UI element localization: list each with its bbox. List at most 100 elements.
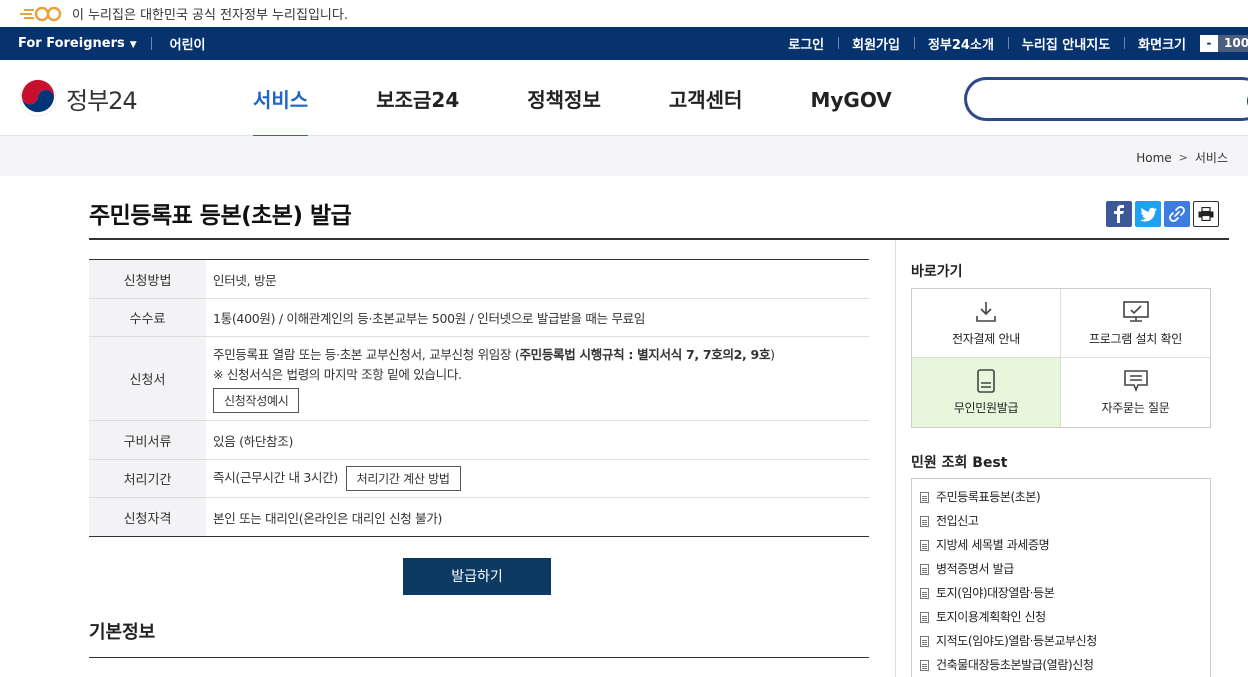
law-reference: 주민등록법 시행규칙 : 별지서식 7, 7호의2, 9호 xyxy=(519,346,771,362)
row-value: 인터넷, 방문 xyxy=(206,259,869,299)
about-link[interactable]: 정부24소개 xyxy=(913,34,1008,53)
print-icon[interactable] xyxy=(1193,201,1219,227)
form-text: 주민등록표 열람 또는 등·초본 교부신청서, 교부신청 위임장 ( xyxy=(213,346,520,362)
best-item-label: 병적증명서 발급 xyxy=(936,562,1014,576)
best-item-label: 전입신고 xyxy=(936,514,979,528)
zoom-out-button[interactable]: - xyxy=(1200,35,1218,52)
service-info-table: 신청방법 인터넷, 방문 수수료 1통(400원) / 이해관계인의 등·초본교… xyxy=(89,259,869,537)
table-row: 신청자격 본인 또는 대리인(온라인은 대리인 신청 불가) xyxy=(89,497,869,537)
breadcrumb-home[interactable]: Home xyxy=(1136,151,1171,165)
row-label: 수수료 xyxy=(89,298,206,337)
quick-links-grid: 전자결제 안내 프로그램 설치 확인 무인민원발급 자주묻는 질문 xyxy=(911,288,1211,428)
title-row: 주민등록표 등본(초본) 발급 xyxy=(89,196,1229,240)
site-logo[interactable]: 정부24 xyxy=(18,78,138,118)
utility-bar: For Foreigners ▼ 어린이 로그인 회원가입 정부24소개 누리집 … xyxy=(0,27,1248,60)
gov-banner-text: 이 누리집은 대한민국 공식 전자정부 누리집입니다. xyxy=(72,8,348,23)
table-row: 신청서 주민등록표 열람 또는 등·초본 교부신청서, 교부신청 위임장 (주민… xyxy=(89,336,869,421)
best-item-label: 토지(임야)대장열람·등본 xyxy=(936,586,1055,600)
kids-link[interactable]: 어린이 xyxy=(170,34,206,53)
for-foreigners-label: For Foreigners xyxy=(18,36,125,51)
nav-mygov[interactable]: MyGOV xyxy=(810,60,891,136)
nav-services[interactable]: 서비스 xyxy=(253,60,309,138)
best-item-label: 주민등록표등본(초본) xyxy=(936,490,1041,504)
gov-banner: 이 누리집은 대한민국 공식 전자정부 누리집입니다. xyxy=(0,0,1248,27)
form-note: ※ 신청서식은 법령의 마지막 조항 밑에 있습니다. xyxy=(213,366,462,382)
best-item-label: 건축물대장등초본발급(열람)신청 xyxy=(936,658,1094,672)
divider xyxy=(89,657,869,658)
twitter-icon[interactable] xyxy=(1135,201,1161,227)
table-row: 신청방법 인터넷, 방문 xyxy=(89,259,869,299)
share-buttons xyxy=(1106,201,1219,227)
row-label: 신청방법 xyxy=(89,259,206,299)
nav-policy-info[interactable]: 정책정보 xyxy=(527,60,601,136)
best-item-label: 지방세 세목별 과세증명 xyxy=(936,538,1050,552)
page-title: 주민등록표 등본(초본) 발급 xyxy=(89,203,352,229)
best-item[interactable]: 주민등록표등본(초본) xyxy=(920,485,1210,509)
link-icon[interactable] xyxy=(1164,201,1190,227)
egov-logo-icon xyxy=(20,6,62,21)
best-item[interactable]: 지적도(임야도)열람·등본교부신청 xyxy=(920,629,1210,653)
row-value: 1통(400원) / 이해관계인의 등·초본교부는 500원 / 인터넷으로 발… xyxy=(206,298,869,337)
nav-customer-center[interactable]: 고객센터 xyxy=(669,60,743,136)
best-item[interactable]: 전입신고 xyxy=(920,509,1210,533)
nav-subsidy24[interactable]: 보조금24 xyxy=(376,60,459,136)
breadcrumb-band: Home > 서비스 xyxy=(0,136,1248,176)
best-item[interactable]: 병적증명서 발급 xyxy=(920,557,1210,581)
global-nav: 서비스 보조금24 정책정보 고객센터 MyGOV xyxy=(253,60,960,138)
main-header: 정부24 서비스 보조금24 정책정보 고객센터 MyGOV xyxy=(0,60,1248,138)
quick-link-faq[interactable]: 자주묻는 질문 xyxy=(1061,358,1210,427)
document-icon xyxy=(920,635,929,647)
sitemap-link[interactable]: 누리집 안내지도 xyxy=(1007,34,1124,53)
quick-link-e-payment[interactable]: 전자결제 안내 xyxy=(912,289,1061,358)
facebook-icon[interactable] xyxy=(1106,201,1132,227)
for-foreigners-menu[interactable]: For Foreigners ▼ xyxy=(18,36,137,51)
best-item[interactable]: 토지이용계획확인 신청 xyxy=(920,605,1210,629)
search-box xyxy=(964,77,1248,121)
search-input[interactable] xyxy=(967,80,1227,118)
table-row: 수수료 1통(400원) / 이해관계인의 등·초본교부는 500원 / 인터넷… xyxy=(89,298,869,337)
row-label: 구비서류 xyxy=(89,420,206,460)
sidebar-divider xyxy=(895,240,896,677)
document-icon xyxy=(920,659,929,671)
best-item[interactable]: 토지(임야)대장열람·등본 xyxy=(920,581,1210,605)
form-text-end: ) xyxy=(770,346,775,362)
kiosk-icon xyxy=(977,369,995,393)
best-item[interactable]: 지방세 세목별 과세증명 xyxy=(920,533,1210,557)
quick-link-label: 자주묻는 질문 xyxy=(1101,401,1170,415)
row-label: 신청서 xyxy=(89,336,206,421)
download-icon xyxy=(976,301,996,322)
document-icon xyxy=(920,563,929,575)
document-icon xyxy=(920,491,929,503)
quick-link-kiosk[interactable]: 무인민원발급 xyxy=(912,358,1061,427)
form-example-button[interactable]: 신청작성예시 xyxy=(213,387,300,413)
row-value: 본인 또는 대리인(온라인은 대리인 신청 불가) xyxy=(206,497,869,537)
caret-down-icon: ▼ xyxy=(129,40,137,50)
breadcrumb: Home > 서비스 xyxy=(1136,149,1228,166)
zoom-control: - 100% xyxy=(1200,35,1248,52)
best-item[interactable]: 건축물대장등초본발급(열람)신청 xyxy=(920,653,1210,677)
login-link[interactable]: 로그인 xyxy=(774,34,838,53)
divider xyxy=(150,37,152,50)
quick-link-program-check[interactable]: 프로그램 설치 확인 xyxy=(1061,289,1210,358)
taegeuk-logo-icon xyxy=(19,79,57,117)
document-icon xyxy=(920,539,929,551)
quick-links-title: 바로가기 xyxy=(911,264,963,280)
row-value: 즉시(근무시간 내 3시간) 처리기간 계산 방법 xyxy=(206,459,869,498)
row-label: 처리기간 xyxy=(89,459,206,498)
row-label: 신청자격 xyxy=(89,497,206,537)
best-item-label: 토지이용계획확인 신청 xyxy=(936,610,1046,624)
chevron-right-icon: > xyxy=(1178,151,1188,164)
quick-link-label: 프로그램 설치 확인 xyxy=(1089,331,1182,346)
best-item-label: 지적도(임야도)열람·등본교부신청 xyxy=(936,634,1097,648)
processing-time-calc-button[interactable]: 처리기간 계산 방법 xyxy=(345,466,461,491)
best-list-title: 민원 조회 Best xyxy=(911,455,1008,471)
quick-link-label: 전자결제 안내 xyxy=(952,331,1020,346)
breadcrumb-current[interactable]: 서비스 xyxy=(1195,149,1228,166)
issue-button[interactable]: 발급하기 xyxy=(403,558,551,595)
signup-link[interactable]: 회원가입 xyxy=(838,34,914,53)
document-icon xyxy=(920,611,929,623)
monitor-check-icon xyxy=(1122,300,1149,322)
document-icon xyxy=(920,515,929,527)
table-row: 처리기간 즉시(근무시간 내 3시간) 처리기간 계산 방법 xyxy=(89,459,869,498)
logo-text: 정부24 xyxy=(66,86,138,115)
